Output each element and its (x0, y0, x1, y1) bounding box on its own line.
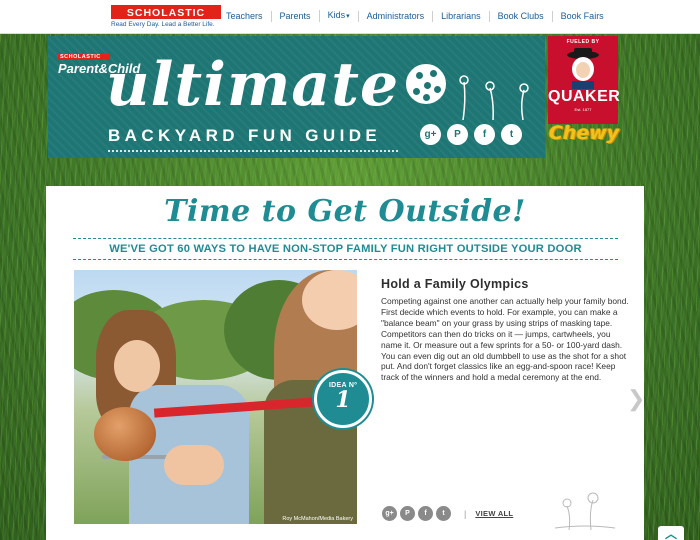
chewy-logo[interactable]: Chewy (549, 122, 619, 144)
quaker-est: Est. 1877 (574, 107, 592, 112)
subheadline: WE'VE GOT 60 WAYS TO HAVE NON-STOP FAMIL… (109, 243, 582, 255)
article-body: Competing against one another can actual… (381, 296, 629, 383)
divider: | (464, 508, 467, 519)
scholastic-wordmark: SCHOLASTIC (111, 5, 221, 19)
nav-item-label: Book Fairs (560, 10, 604, 21)
flower-doodle-icon (459, 75, 529, 120)
quaker-wordmark: QUAKER (548, 88, 621, 105)
google-plus-icon[interactable]: g+ (382, 506, 397, 521)
facebook-icon[interactable]: f (474, 124, 495, 145)
scholastic-tagline: Read Every Day. Lead a Better Life. (111, 21, 215, 28)
nav-item-parents[interactable]: Parents (270, 10, 319, 22)
social-links: g+ P f t (420, 124, 522, 145)
chevron-down-icon: ▾ (346, 13, 350, 20)
nav-item-teachers[interactable]: Teachers (218, 11, 271, 22)
nav-item-book-clubs[interactable]: Book Clubs (488, 10, 552, 22)
article-title: Hold a Family Olympics (381, 277, 529, 291)
idea-number-badge: IDEA Nº 1 (314, 370, 372, 428)
nav-item-label: Kids (327, 10, 346, 20)
subheadline-band: WE'VE GOT 60 WAYS TO HAVE NON-STOP FAMIL… (73, 238, 618, 260)
divider (108, 150, 398, 152)
flower-doodle-icon (555, 492, 615, 530)
nav-item-label: Librarians (441, 10, 481, 21)
nav-item-librarians[interactable]: Librarians (432, 10, 489, 22)
nav-item-administrators[interactable]: Administrators (357, 10, 433, 22)
twitter-icon[interactable]: t (436, 506, 451, 521)
nav-item-book-fairs[interactable]: Book Fairs (551, 10, 612, 22)
pinterest-icon[interactable]: P (447, 124, 468, 145)
main-nav: Teachers Parents Kids▾ Administrators Li… (218, 10, 612, 22)
twitter-icon[interactable]: t (501, 124, 522, 145)
photo-credit: Roy McMahon/Media Bakery (282, 516, 353, 522)
quaker-sponsor-logo[interactable]: FUELED BY QUAKER Est. 1877 (548, 36, 621, 124)
back-to-top-button[interactable]: ︿ (658, 526, 684, 540)
nav-item-label: Teachers (226, 10, 263, 21)
top-navigation-bar: SCHOLASTIC Read Every Day. Lead a Better… (0, 0, 700, 34)
scholastic-logo[interactable]: SCHOLASTIC Read Every Day. Lead a Better… (111, 5, 221, 28)
pinterest-icon[interactable]: P (400, 506, 415, 521)
idea-number: 1 (335, 387, 351, 413)
hero-banner: SCHOLASTIC Parent&Child ultimate BACKYAR… (48, 36, 545, 158)
next-arrow-icon[interactable]: ❯ (627, 386, 645, 412)
view-all-link[interactable]: VIEW ALL (475, 509, 513, 518)
facebook-icon[interactable]: f (418, 506, 433, 521)
hero-title: ultimate (106, 50, 400, 120)
nav-item-label: Administrators (366, 10, 425, 21)
nav-item-label: Parents (279, 10, 311, 21)
quaker-man-icon (567, 48, 599, 89)
share-bar: g+ P f t | VIEW ALL (382, 506, 513, 521)
nav-item-kids[interactable]: Kids▾ (318, 10, 358, 22)
fueled-by-label: FUELED BY (566, 39, 600, 45)
hero-subtitle: BACKYARD FUN GUIDE (108, 126, 382, 145)
google-plus-icon[interactable]: g+ (420, 124, 441, 145)
soccer-ball-icon (406, 64, 446, 104)
nav-item-label: Book Clubs (497, 10, 544, 21)
content-card: Time to Get Outside! WE'VE GOT 60 WAYS T… (46, 186, 644, 540)
page-title: Time to Get Outside! (164, 194, 526, 229)
publisher-tag: SCHOLASTIC (58, 54, 110, 60)
